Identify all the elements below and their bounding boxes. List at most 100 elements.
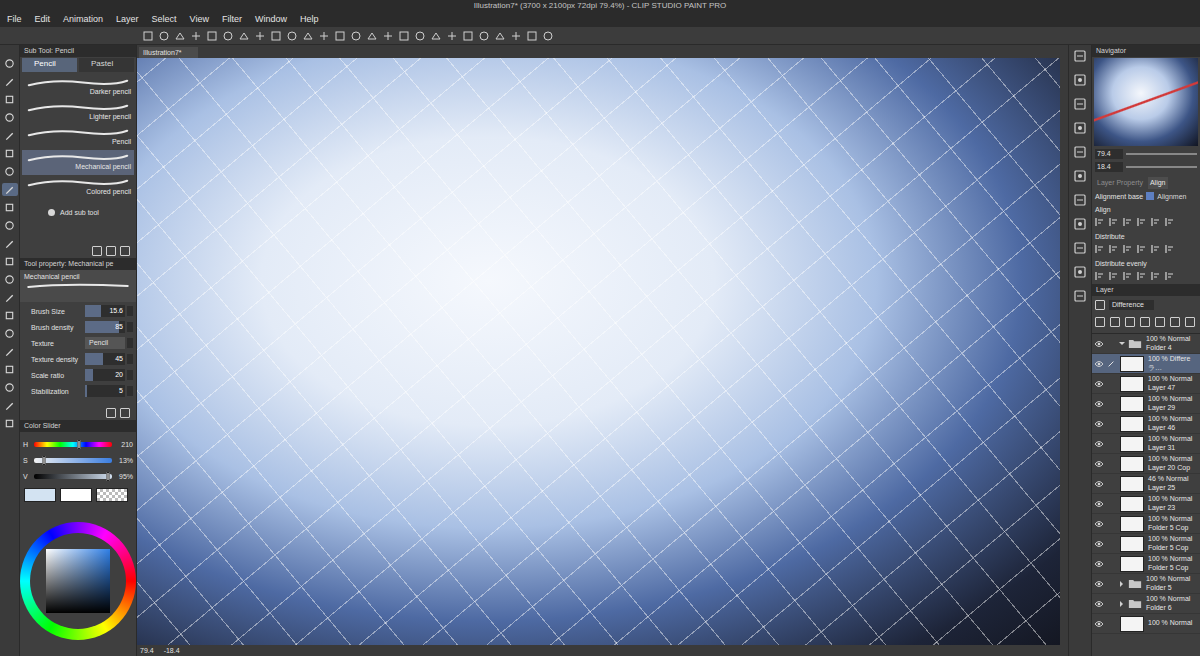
spin-icon[interactable] [127, 306, 133, 316]
tool-button[interactable] [2, 237, 18, 250]
panel-tab[interactable]: Align [1148, 177, 1168, 189]
eye-icon[interactable] [1094, 520, 1104, 528]
command-icon[interactable] [270, 30, 282, 42]
command-icon[interactable] [318, 30, 330, 42]
panel-icon[interactable] [1073, 289, 1087, 303]
command-icon[interactable] [366, 30, 378, 42]
menu-item[interactable]: Edit [35, 14, 51, 24]
command-icon[interactable] [142, 30, 154, 42]
layer-row[interactable]: 100 % Normal Layer 29 [1092, 394, 1200, 414]
tool-button[interactable] [2, 381, 18, 394]
spin-icon[interactable] [127, 386, 133, 396]
command-icon[interactable] [526, 30, 538, 42]
menu-item[interactable]: Layer [116, 14, 139, 24]
menu-item[interactable]: Help [300, 14, 319, 24]
align-icon[interactable] [1109, 217, 1119, 227]
angle-value[interactable]: -18.4 [164, 647, 180, 654]
sub-color-swatch[interactable] [60, 488, 92, 502]
eye-icon[interactable] [1094, 400, 1104, 408]
layer-row[interactable]: 100 % Normal Folder 5 Cop [1092, 534, 1200, 554]
tool-button[interactable] [2, 183, 18, 196]
tool-button[interactable] [2, 273, 18, 286]
tool-button[interactable] [2, 417, 18, 430]
command-icon[interactable] [462, 30, 474, 42]
action-icon[interactable] [120, 408, 130, 418]
command-icon[interactable] [302, 30, 314, 42]
panel-icon[interactable] [1073, 217, 1087, 231]
eye-icon[interactable] [1094, 420, 1104, 428]
tool-button[interactable] [2, 129, 18, 142]
eye-icon[interactable] [1094, 380, 1104, 388]
action-icon[interactable] [92, 246, 102, 256]
command-icon[interactable] [190, 30, 202, 42]
layer-row[interactable]: 100 % Normal Layer 46 [1092, 414, 1200, 434]
expand-arrow-icon[interactable] [1120, 601, 1123, 607]
eye-icon[interactable] [1094, 460, 1104, 468]
layer-row[interactable]: 100 % Normal Folder 6 [1092, 594, 1200, 614]
sub-tool-tab[interactable]: Pencil [22, 58, 77, 72]
align-icon[interactable] [1123, 217, 1133, 227]
layer-row[interactable]: 100 % Normal Folder 5 Cop [1092, 554, 1200, 574]
command-icon[interactable] [222, 30, 234, 42]
canvas-scrollbar[interactable] [1060, 45, 1068, 656]
align-icon[interactable] [1109, 271, 1119, 281]
command-icon[interactable] [174, 30, 186, 42]
sub-tool-item[interactable]: Pencil [22, 125, 134, 150]
sub-tool-item[interactable]: Lighter pencil [22, 100, 134, 125]
property-slider[interactable]: 45 [85, 353, 125, 365]
channel-marker[interactable] [78, 440, 81, 449]
action-icon[interactable] [106, 408, 116, 418]
layer-tool-icon[interactable] [1170, 317, 1180, 327]
align-icon[interactable] [1137, 271, 1147, 281]
channel-track[interactable] [34, 458, 112, 463]
command-icon[interactable] [206, 30, 218, 42]
layer-row[interactable]: 100 % Normal Layer 31 [1092, 434, 1200, 454]
panel-icon[interactable] [1073, 145, 1087, 159]
channel-track[interactable] [34, 442, 112, 447]
panel-icon[interactable] [1073, 97, 1087, 111]
layer-tool-icon[interactable] [1095, 317, 1105, 327]
tool-button[interactable] [2, 309, 18, 322]
layer-tool-icon[interactable] [1125, 317, 1135, 327]
navigator-preview[interactable] [1094, 58, 1198, 146]
menu-item[interactable]: Filter [222, 14, 242, 24]
tool-button[interactable] [2, 291, 18, 304]
tool-button[interactable] [2, 201, 18, 214]
expand-arrow-icon[interactable] [1119, 342, 1125, 345]
channel-marker[interactable] [107, 472, 110, 481]
tool-button[interactable] [2, 147, 18, 160]
layer-tool-icon[interactable] [1140, 317, 1150, 327]
layer-row[interactable]: 100 % Normal Layer 47 [1092, 374, 1200, 394]
panel-icon[interactable] [1073, 49, 1087, 63]
tool-button[interactable] [2, 219, 18, 232]
align-icon[interactable] [1165, 271, 1175, 281]
command-icon[interactable] [158, 30, 170, 42]
command-icon[interactable] [446, 30, 458, 42]
action-icon[interactable] [120, 246, 130, 256]
align-icon[interactable] [1095, 217, 1105, 227]
artwork-image[interactable] [137, 58, 1060, 645]
tool-button[interactable] [2, 345, 18, 358]
layer-row[interactable]: 100 % Normal Folder 5 Cop [1092, 514, 1200, 534]
align-icon[interactable] [1095, 244, 1105, 254]
spin-icon[interactable] [127, 338, 133, 348]
layer-type-icon[interactable] [1095, 300, 1105, 310]
align-icon[interactable] [1137, 244, 1147, 254]
command-icon[interactable] [494, 30, 506, 42]
command-icon[interactable] [478, 30, 490, 42]
angle-slider[interactable] [1126, 166, 1197, 168]
layer-tool-icon[interactable] [1155, 317, 1165, 327]
panel-icon[interactable] [1073, 169, 1087, 183]
eye-icon[interactable] [1094, 560, 1104, 568]
command-icon[interactable] [398, 30, 410, 42]
tool-button[interactable] [2, 75, 18, 88]
tool-button[interactable] [2, 327, 18, 340]
eye-icon[interactable] [1094, 540, 1104, 548]
command-icon[interactable] [334, 30, 346, 42]
panel-icon[interactable] [1073, 193, 1087, 207]
channel-marker[interactable] [43, 456, 46, 465]
command-icon[interactable] [510, 30, 522, 42]
align-icon[interactable] [1109, 244, 1119, 254]
action-icon[interactable] [106, 246, 116, 256]
saturation-square[interactable] [46, 549, 110, 613]
